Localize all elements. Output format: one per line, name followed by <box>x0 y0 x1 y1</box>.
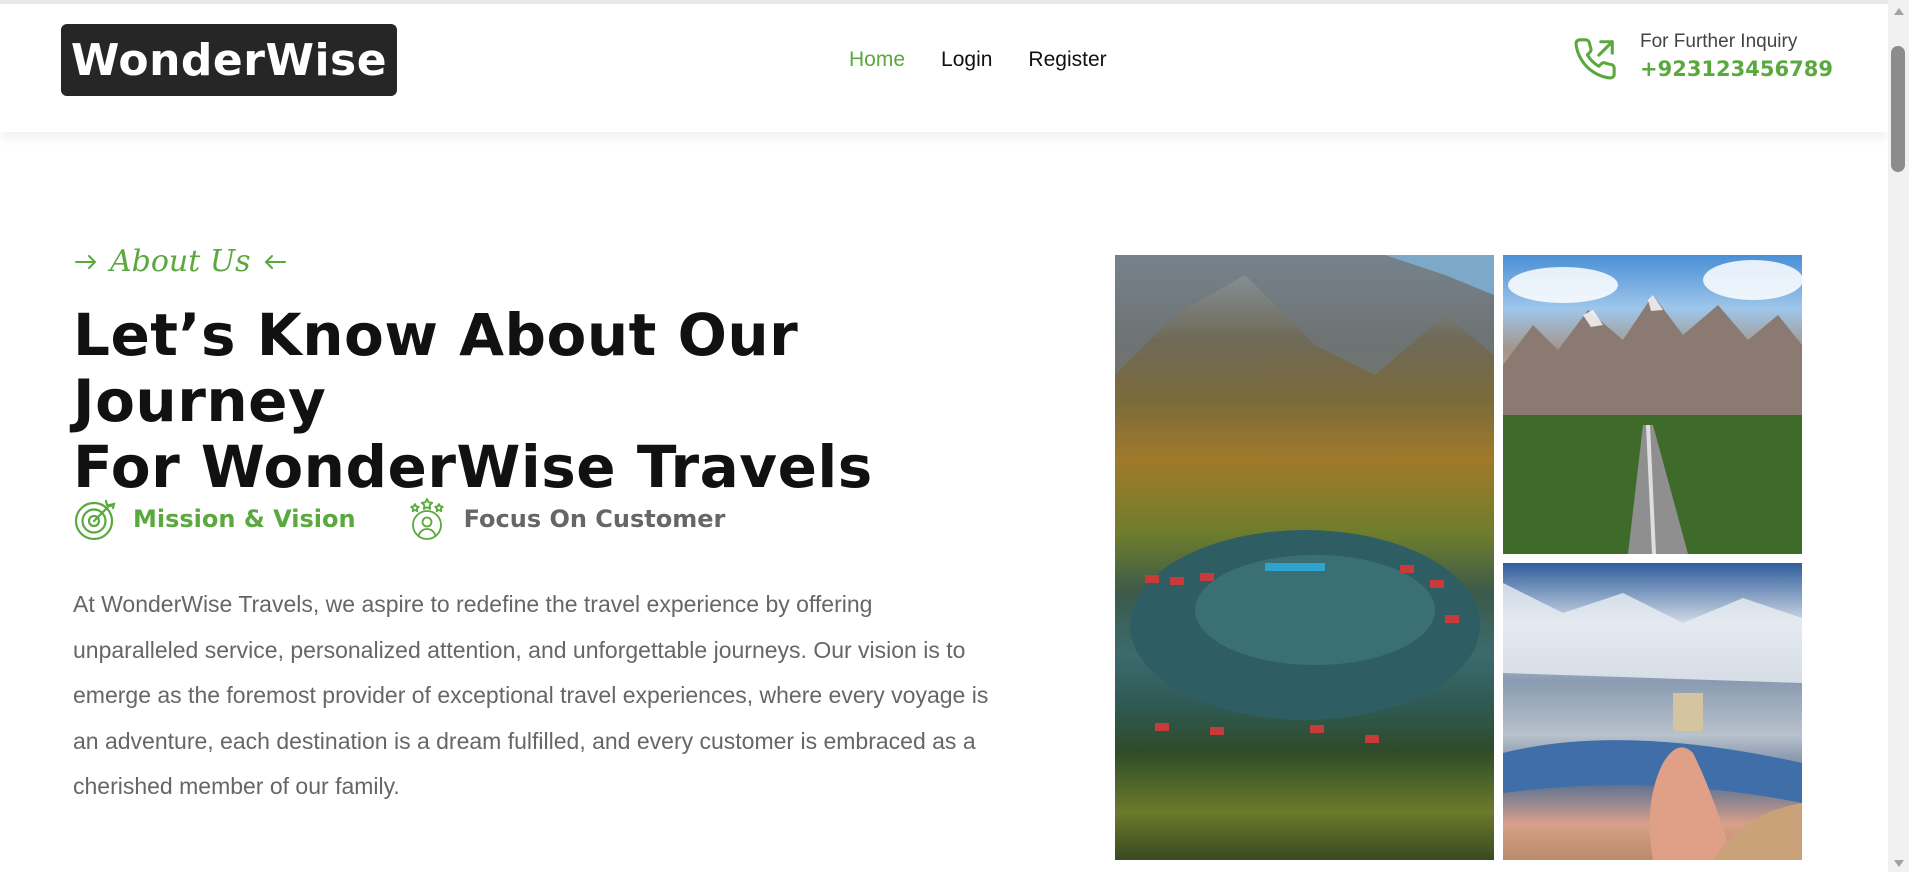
phone-outgoing-icon <box>1574 38 1616 80</box>
title-line-2: For WonderWise Travels <box>73 433 873 501</box>
hand-snow-valley-photo <box>1503 563 1802 860</box>
target-icon <box>74 499 116 541</box>
mountain-road-photo <box>1503 255 1802 554</box>
focus-customer-label: Focus On Customer <box>463 505 726 533</box>
inquiry-label: For Further Inquiry <box>1640 31 1798 52</box>
phone-number[interactable]: +923123456789 <box>1640 57 1833 81</box>
tab-focus-customer[interactable]: Focus On Customer <box>404 496 726 542</box>
customer-stars-icon <box>409 498 444 540</box>
hand-snow-valley-image <box>1503 583 1802 860</box>
logo[interactable]: WonderWise <box>61 24 397 96</box>
page-title: Let’s Know About Our Journey For WonderW… <box>73 302 1033 500</box>
scrollbar-thumb[interactable] <box>1891 46 1905 172</box>
right-arrow-decoration-icon <box>264 254 286 269</box>
tab-mission-vision[interactable]: Mission & Vision <box>73 496 356 542</box>
nav-login-link[interactable]: Login <box>941 48 992 72</box>
left-arrow-decoration-icon <box>75 254 97 269</box>
about-us-label: About Us <box>110 244 251 279</box>
about-us-tag: About Us <box>74 244 287 279</box>
title-line-1: Let’s Know About Our Journey <box>73 301 799 435</box>
nav-register-link[interactable]: Register <box>1028 48 1106 72</box>
main-nav: Home Login Register <box>849 48 1107 72</box>
nav-home-link[interactable]: Home <box>849 48 905 72</box>
lake-valley-image <box>1115 255 1494 743</box>
mountain-road-image <box>1503 260 1802 554</box>
scroll-up-arrow-icon[interactable] <box>1894 8 1904 15</box>
about-description: At WonderWise Travels, we aspire to rede… <box>73 591 989 799</box>
mission-vision-label: Mission & Vision <box>133 505 356 533</box>
navbar: WonderWise Home Login Register For Furth… <box>0 4 1888 132</box>
feature-tabs: Mission & Vision Focus On Customer <box>73 496 725 542</box>
lake-valley-photo <box>1115 255 1494 860</box>
contact-info: For Further Inquiry +923123456789 <box>1572 30 1833 82</box>
scroll-down-arrow-icon[interactable] <box>1894 860 1904 867</box>
